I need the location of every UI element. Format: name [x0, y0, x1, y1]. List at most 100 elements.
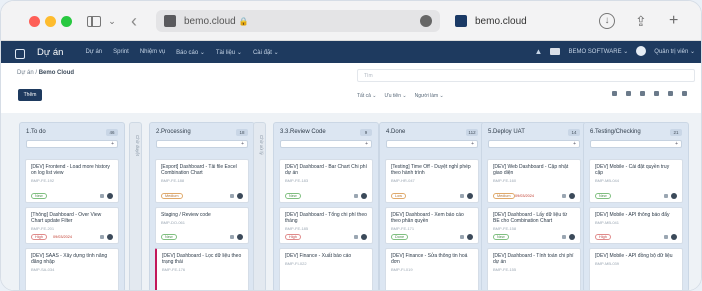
org-switcher[interactable]: BEMO SOFTWARE ⌄ — [568, 48, 628, 55]
assignee-avatar[interactable] — [237, 193, 243, 199]
card-title: [DEV] Dashboard - Lấy dữ liệu từ BE cho … — [493, 212, 568, 224]
task-card[interactable]: [DEV] Frontend - Load more history on lo… — [25, 159, 119, 203]
menu-item[interactable]: Tài liệu ⌄ — [216, 49, 242, 56]
assignee-avatar[interactable] — [671, 193, 677, 199]
task-card[interactable]: [Testing] Time Off - Duyệt nghỉ phép the… — [385, 159, 479, 203]
task-card[interactable]: [DEV] Dashboard - Bar Chart Chi phí dự á… — [279, 159, 373, 203]
plus-icon[interactable]: + — [241, 141, 244, 148]
download-icon[interactable]: ↓ — [599, 13, 615, 29]
plus-icon[interactable]: + — [365, 141, 368, 148]
card-code: BMP-MB-039 — [595, 261, 620, 266]
task-card[interactable]: [Thông] Dashboard - Over View Chart upda… — [25, 207, 119, 244]
quick-add-input[interactable]: + — [26, 140, 118, 148]
calendar-view-icon[interactable] — [640, 91, 645, 96]
status-badge: Medium — [493, 193, 515, 199]
more-options-icon[interactable] — [420, 15, 432, 27]
assignee-avatar[interactable] — [569, 193, 575, 199]
menu-item[interactable]: Cài đặt ⌄ — [253, 49, 279, 56]
plus-icon[interactable]: + — [675, 141, 678, 148]
assignee-avatar[interactable] — [671, 234, 677, 240]
settings-icon[interactable] — [668, 91, 673, 96]
task-card[interactable]: [DEV] Dashboard - Tổng chi phí theo thán… — [279, 207, 373, 244]
filter-priority[interactable]: Ưu tiên ⌄ — [384, 93, 406, 99]
card-code: BMP-FE-158 — [493, 226, 517, 231]
assignee-avatar[interactable] — [569, 234, 575, 240]
task-card[interactable]: [DEV] Dashboard - Lấy dữ liệu từ BE cho … — [487, 207, 581, 244]
menu-item[interactable]: Dự án — [85, 49, 102, 56]
add-task-button[interactable]: Thêm — [18, 89, 42, 101]
card-title: [DEV] Frontend - Load more history on lo… — [31, 164, 110, 176]
quick-add-input[interactable]: + — [590, 140, 682, 148]
share-icon[interactable]: ⇪ — [635, 13, 647, 29]
task-card[interactable]: [DEV] Dashboard - Tính toán chi phí dự á… — [487, 248, 581, 290]
refresh-icon[interactable] — [682, 91, 687, 96]
menu-item[interactable]: Báo cáo ⌄ — [176, 49, 205, 56]
chevron-down-icon[interactable]: ⌄ — [107, 11, 117, 31]
avatar[interactable] — [636, 46, 647, 56]
browser-tab[interactable]: bemo.cloud — [445, 10, 595, 32]
assignee-avatar[interactable] — [107, 193, 113, 199]
back-button[interactable]: ‹ — [127, 11, 141, 31]
card-footer: New — [31, 193, 113, 199]
quick-add-input[interactable]: + — [386, 140, 478, 148]
quick-add-input[interactable]: + — [280, 140, 372, 148]
sidebar-toggle-icon[interactable] — [85, 11, 103, 31]
task-card[interactable]: [DEV] Mobile - Cài đặt quyền truy cập BMP… — [589, 159, 683, 203]
card-title: [DEV] Mobile - API thông báo đẩy — [595, 212, 670, 218]
assignee-avatar[interactable] — [237, 234, 243, 240]
plus-icon[interactable]: + — [111, 141, 114, 148]
app-brand[interactable]: Dự án — [37, 47, 63, 58]
tab-favicon-icon — [455, 15, 467, 27]
breadcrumb-parent[interactable]: Dự án — [17, 70, 34, 76]
address-bar[interactable]: bemo.cloud 🔒 — [156, 10, 440, 32]
new-tab-icon[interactable]: + — [669, 13, 678, 29]
card-code: BMP-MB-044 — [595, 178, 620, 183]
filter-all[interactable]: Tất cả ⌄ — [357, 93, 376, 99]
card-code: BMP-DO-061 — [161, 220, 186, 225]
card-title: [Export] Dashboard - Tải file Excel Comb… — [161, 164, 237, 176]
assignee-avatar[interactable] — [107, 234, 113, 240]
board-view-icon[interactable] — [612, 91, 617, 96]
language-flag-icon[interactable] — [550, 47, 561, 55]
assignee-avatar[interactable] — [361, 234, 367, 240]
filter-bar: Tất cả ⌄ Ưu tiên ⌄ Người làm ⌄ — [357, 93, 444, 99]
task-card[interactable]: [Export] Dashboard - Tải file Excel Comb… — [155, 159, 249, 203]
menu-item[interactable]: Nhiệm vụ — [140, 49, 165, 56]
assignee-avatar[interactable] — [361, 193, 367, 199]
task-card[interactable]: [DEV] Finance - Sửa thông tin hoá đơn BMP… — [385, 248, 479, 290]
close-window-button[interactable] — [29, 16, 40, 27]
app-logo-icon[interactable] — [15, 47, 29, 59]
search-input[interactable]: Tìm — [357, 69, 695, 82]
kanban-column: 5.Deploy UAT 14 + [DEV] Web Dashboard - Cập… — [481, 122, 587, 290]
minimize-window-button[interactable] — [45, 16, 56, 27]
lock-icon: 🔒 — [238, 16, 249, 26]
task-card[interactable]: [DEV] Web Dashboard - Cập nhật giao diện… — [487, 159, 581, 203]
menu-item[interactable]: Sprint — [113, 49, 129, 56]
user-menu[interactable]: Quản trị viên ⌄ — [654, 48, 695, 55]
task-card[interactable]: [DEV] Finance - Xuất báo cáo BMP-FI-022 — [279, 248, 373, 290]
filter-assignee[interactable]: Người làm ⌄ — [415, 93, 444, 99]
task-card[interactable]: [DEV] Mobile - API đồng bộ dữ liệu BMP-MB… — [589, 248, 683, 290]
task-card[interactable]: [DEV] SAAS - Xây dựng tính năng đăng nhậ… — [25, 248, 119, 290]
comment-icon — [354, 235, 358, 239]
assignee-avatar[interactable] — [467, 193, 473, 199]
collapsed-column[interactable]: Chờ duyệt — [129, 122, 142, 290]
task-card[interactable]: [DEV] Dashboard - Lọc dữ liệu theo trạng… — [155, 248, 249, 290]
filter-icon[interactable] — [654, 91, 659, 96]
collapsed-column[interactable]: Chờ xử lý — [253, 122, 266, 290]
task-card[interactable]: [DEV] Mobile - API thông báo đẩy BMP-MB-0… — [589, 207, 683, 244]
quick-add-input[interactable]: + — [156, 140, 248, 148]
plus-icon[interactable]: + — [471, 141, 474, 148]
view-icons — [612, 91, 687, 96]
due-date: 09/03/2024 — [53, 235, 73, 239]
plus-icon[interactable]: + — [573, 141, 576, 148]
task-card[interactable]: [DEV] Dashboard - Xem báo cáo theo phân … — [385, 207, 479, 244]
maximize-window-button[interactable] — [61, 16, 72, 27]
list-view-icon[interactable] — [626, 91, 631, 96]
card-title: [DEV] Finance - Xuất báo cáo — [285, 253, 352, 259]
quick-add-input[interactable]: + — [488, 140, 580, 148]
task-card[interactable]: Staging / Review code BMP-DO-061 New — [155, 207, 249, 244]
assignee-avatar[interactable] — [467, 234, 473, 240]
bell-icon[interactable]: ▲ — [535, 47, 543, 56]
card-title: [DEV] Dashboard - Xem báo cáo theo phân … — [391, 212, 464, 224]
